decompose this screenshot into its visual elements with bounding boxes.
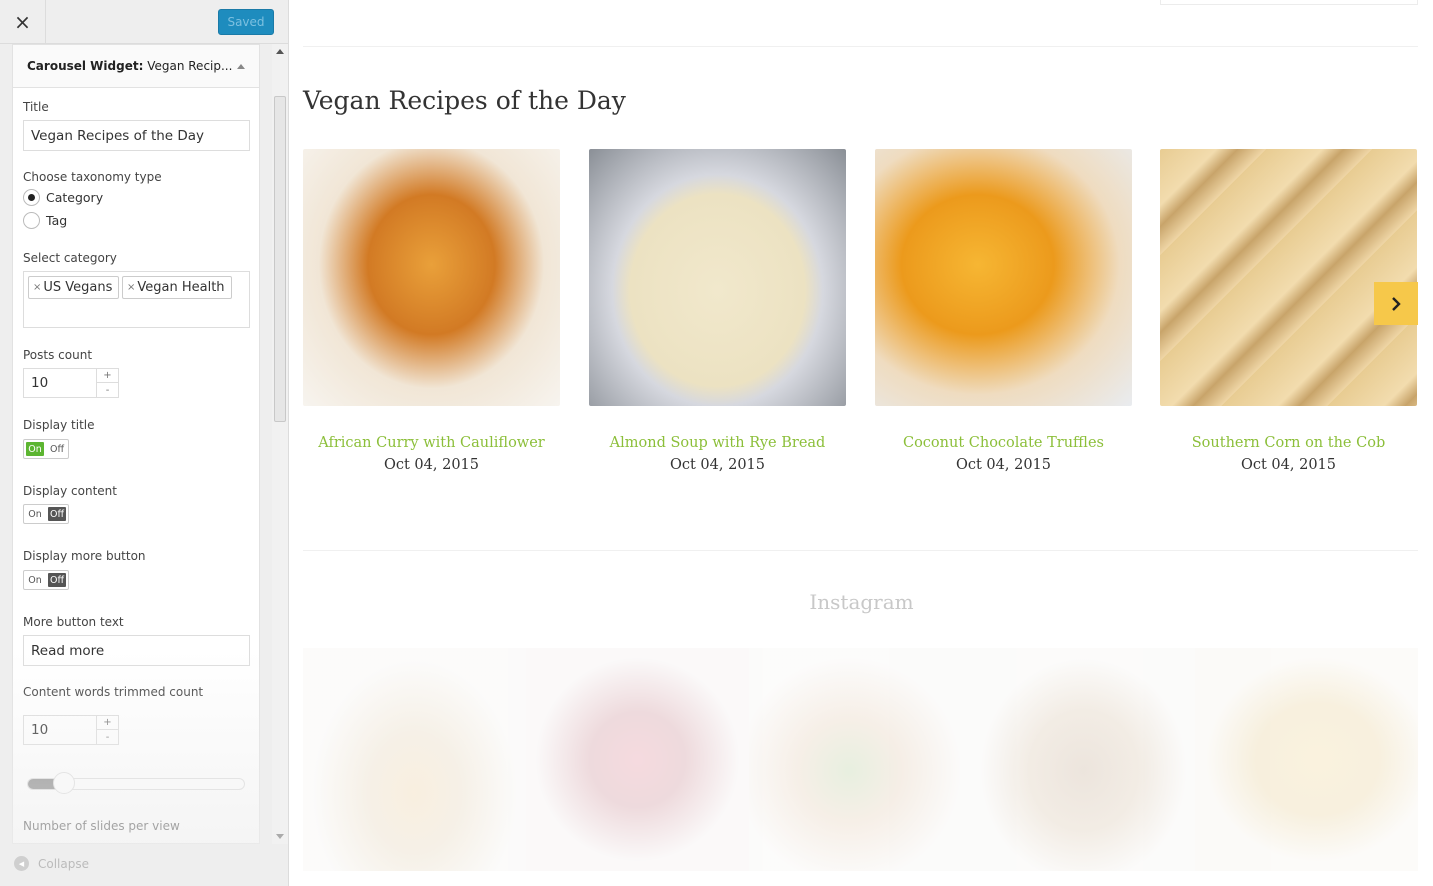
scroll-down-icon[interactable] xyxy=(276,834,284,839)
post-date: Oct 04, 2015 xyxy=(955,457,1051,473)
display-title-label: Display title xyxy=(23,418,95,432)
widget-name: Carousel Widget: Vegan Recip... xyxy=(27,59,233,73)
category-select[interactable]: × US Vegans × Vegan Health xyxy=(23,271,250,328)
minus-icon[interactable]: - xyxy=(97,383,118,397)
post-title-link[interactable]: Southern Corn on the Cob xyxy=(1160,435,1417,451)
instagram-title: Instagram xyxy=(809,590,914,614)
radio-category[interactable]: Category xyxy=(23,189,103,206)
chevron-right-icon xyxy=(1392,296,1401,311)
post-title-link[interactable]: Almond Soup with Rye Bread xyxy=(589,435,846,451)
scroll-up-icon[interactable] xyxy=(276,49,284,54)
saved-button[interactable]: Saved xyxy=(218,9,274,35)
more-text-label: More button text xyxy=(23,615,124,629)
close-icon: × xyxy=(14,10,31,34)
sidebar-header: × Saved xyxy=(0,0,288,44)
scroll-thumb[interactable] xyxy=(274,96,286,422)
instagram-grid xyxy=(303,648,1418,871)
post-date: Oct 04, 2015 xyxy=(383,457,479,473)
collapse-button[interactable]: ◀ Collapse xyxy=(14,856,89,871)
carousel-next-button[interactable] xyxy=(1374,282,1418,325)
customizer-sidebar: × Saved Carousel Widget: Vegan Recip... … xyxy=(0,0,289,886)
trim-count-stepper[interactable]: 10 + - xyxy=(23,715,119,745)
display-content-toggle[interactable]: On Off xyxy=(23,504,69,524)
remove-icon[interactable]: × xyxy=(127,282,135,293)
instagram-photo[interactable] xyxy=(303,648,526,871)
post-title-link[interactable]: African Curry with Cauliflower xyxy=(303,435,560,451)
widget-panel-header[interactable]: Carousel Widget: Vegan Recip... xyxy=(13,45,259,88)
previous-widget-box xyxy=(1160,0,1418,5)
plus-icon[interactable]: + xyxy=(97,369,118,383)
close-button[interactable]: × xyxy=(0,0,46,44)
post-image[interactable] xyxy=(589,149,846,406)
post-card[interactable]: African Curry with Cauliflower Oct 04, 2… xyxy=(303,149,560,473)
remove-icon[interactable]: × xyxy=(33,282,41,293)
posts-count-stepper[interactable]: 10 + - xyxy=(23,368,119,398)
site-preview: Vegan Recipes of the Day African Curry w… xyxy=(290,0,1433,886)
divider xyxy=(303,550,1418,551)
slider-handle[interactable] xyxy=(53,772,75,794)
radio-tag[interactable]: Tag xyxy=(23,212,67,229)
panel-scrollbar[interactable] xyxy=(272,44,288,844)
minus-icon[interactable]: - xyxy=(97,730,118,744)
plus-icon[interactable]: + xyxy=(97,716,118,730)
widget-panel: Carousel Widget: Vegan Recip... Title Ve… xyxy=(12,44,260,844)
collapse-icon: ◀ xyxy=(14,856,29,871)
category-chip[interactable]: × US Vegans xyxy=(28,276,120,299)
post-card[interactable]: Coconut Chocolate Truffles Oct 04, 2015 xyxy=(875,149,1132,473)
slides-label: Number of slides per view xyxy=(23,819,180,833)
divider xyxy=(303,46,1418,47)
category-label: Select category xyxy=(23,251,117,265)
post-image[interactable] xyxy=(1160,149,1417,406)
posts-count-label: Posts count xyxy=(23,348,93,362)
more-text-input[interactable]: Read more xyxy=(23,635,250,666)
title-label: Title xyxy=(23,100,49,114)
post-image[interactable] xyxy=(303,149,560,406)
display-content-label: Display content xyxy=(23,484,117,498)
trim-count-label: Content words trimmed count xyxy=(23,685,204,699)
section-title: Vegan Recipes of the Day xyxy=(303,86,626,115)
instagram-photo[interactable] xyxy=(972,648,1195,871)
radio-unchecked-icon xyxy=(23,212,40,229)
instagram-photo[interactable] xyxy=(749,648,972,871)
display-more-toggle[interactable]: On Off xyxy=(23,570,69,590)
post-date: Oct 04, 2015 xyxy=(669,457,765,473)
instagram-photo[interactable] xyxy=(1195,648,1418,871)
slides-slider[interactable] xyxy=(27,772,245,794)
display-title-toggle[interactable]: On Off xyxy=(23,439,69,459)
title-input[interactable]: Vegan Recipes of the Day xyxy=(23,120,250,151)
post-card[interactable]: Almond Soup with Rye Bread Oct 04, 2015 xyxy=(589,149,846,473)
category-chip[interactable]: × Vegan Health xyxy=(122,276,232,299)
post-image[interactable] xyxy=(875,149,1132,406)
display-more-label: Display more button xyxy=(23,549,146,563)
taxonomy-label: Choose taxonomy type xyxy=(23,170,162,184)
radio-checked-icon xyxy=(23,189,40,206)
instagram-photo[interactable] xyxy=(526,648,749,871)
collapse-arrow-icon[interactable] xyxy=(237,63,245,69)
post-date: Oct 04, 2015 xyxy=(1240,457,1336,473)
post-title-link[interactable]: Coconut Chocolate Truffles xyxy=(875,435,1132,451)
